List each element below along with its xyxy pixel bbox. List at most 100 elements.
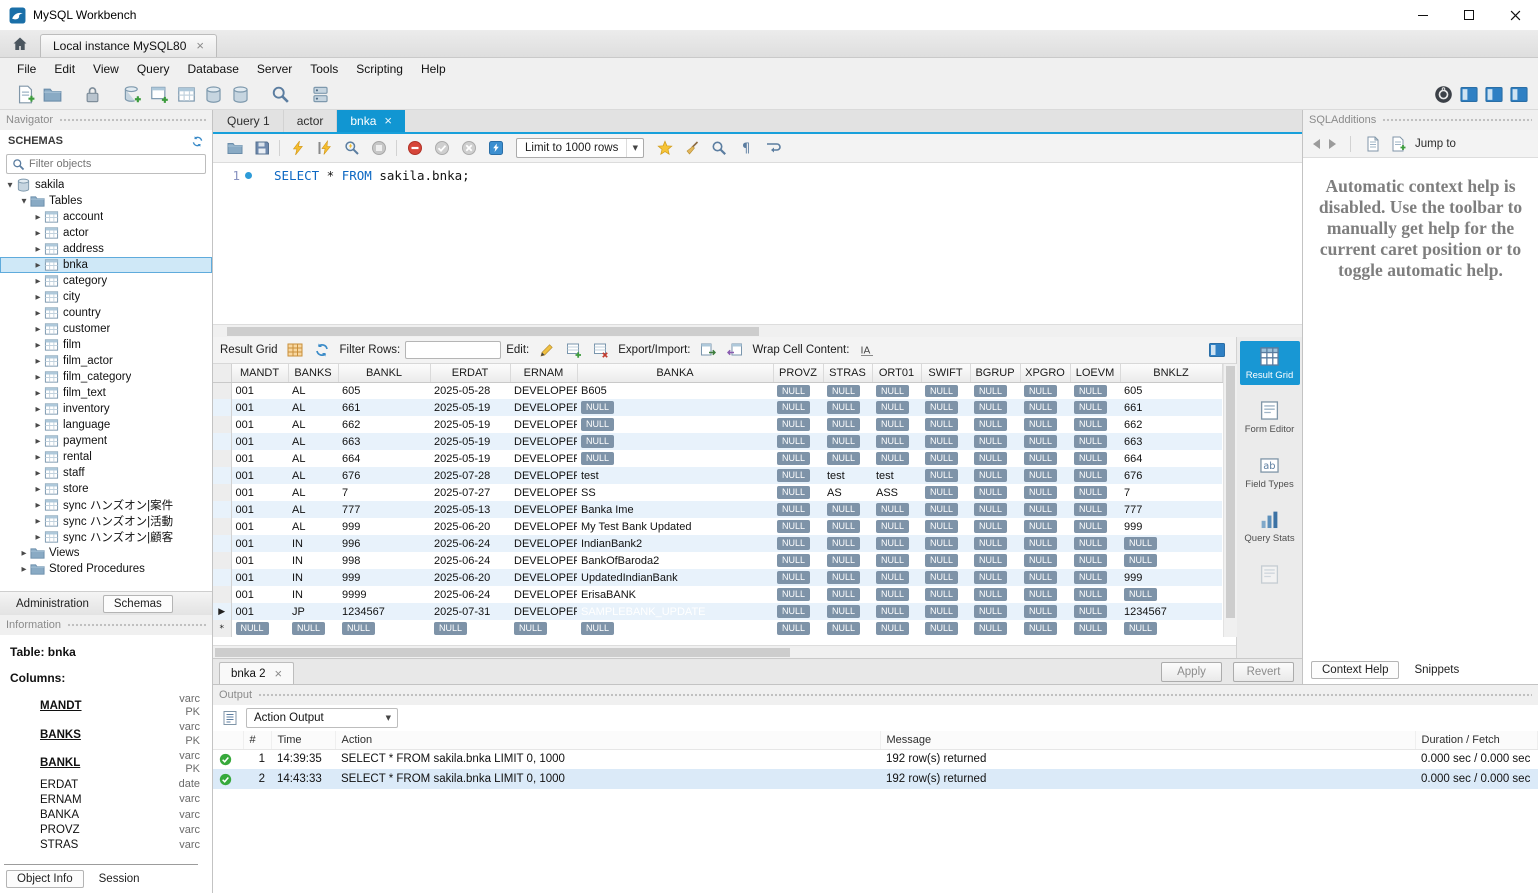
side-panel-field-types-button[interactable]: Field Types: [1240, 450, 1300, 494]
expand-icon[interactable]: ▶: [32, 501, 44, 509]
expand-icon[interactable]: ▶: [32, 277, 44, 285]
grid-cell[interactable]: NULL: [823, 552, 872, 569]
tree-item-film-actor[interactable]: ▶film_actor: [0, 353, 212, 369]
grid-cell[interactable]: NULL: [1070, 399, 1120, 416]
grid-cell[interactable]: 1234567: [338, 603, 430, 620]
expand-icon[interactable]: ▶: [32, 261, 44, 269]
grid-column-swift[interactable]: SWIFT: [921, 364, 970, 382]
grid-cell[interactable]: My Test Bank Updated: [577, 518, 773, 535]
grid-cell[interactable]: NULL: [823, 518, 872, 535]
grid-cell[interactable]: DEVELOPER: [510, 518, 577, 535]
grid-cell[interactable]: NULL: [773, 535, 823, 552]
expand-icon[interactable]: ▶: [32, 309, 44, 317]
grid-column-bnklz[interactable]: BNKLZ: [1120, 364, 1222, 382]
grid-cell[interactable]: NULL: [773, 382, 823, 399]
grid-cell[interactable]: 662: [338, 416, 430, 433]
close-tab-icon[interactable]: ×: [384, 116, 392, 126]
grid-cell[interactable]: IN: [288, 586, 338, 603]
grid-cell[interactable]: 001: [231, 603, 288, 620]
grid-cell[interactable]: NULL: [872, 586, 921, 603]
info-tab-session[interactable]: Session: [88, 870, 151, 888]
grid-row[interactable]: *NULLNULLNULLNULLNULLNULLNULLNULLNULLNUL…: [213, 620, 1222, 637]
tree-item-language[interactable]: ▶language: [0, 417, 212, 433]
grid-cell[interactable]: 2025-05-28: [430, 382, 510, 399]
grid-cell[interactable]: NULL: [773, 399, 823, 416]
grid-cell[interactable]: 001: [231, 586, 288, 603]
delete-record-button[interactable]: [588, 339, 613, 362]
grid-cell[interactable]: NULL: [970, 382, 1020, 399]
grid-cell[interactable]: NULL: [1070, 382, 1120, 399]
grid-row[interactable]: 001AL6612025-05-19DEVELOPERNULLNULLNULLN…: [213, 399, 1222, 416]
grid-cell[interactable]: DEVELOPER: [510, 501, 577, 518]
expand-icon[interactable]: ▶: [32, 453, 44, 461]
grid-row[interactable]: 001AL6642025-05-19DEVELOPERNULLNULLNULLN…: [213, 450, 1222, 467]
grid-cell[interactable]: ErisaBANK: [577, 586, 773, 603]
expand-icon[interactable]: ▶: [18, 549, 30, 557]
grid-cell[interactable]: NULL: [872, 433, 921, 450]
grid-cell[interactable]: NULL: [872, 399, 921, 416]
connection-tab-close-icon[interactable]: ×: [196, 41, 204, 51]
grid-cell[interactable]: NULL: [338, 620, 430, 637]
minimize-button[interactable]: [1400, 0, 1446, 30]
grid-cell[interactable]: NULL: [921, 586, 970, 603]
menu-scripting[interactable]: Scripting: [347, 59, 412, 79]
output-view-dropdown[interactable]: Action Output ▼: [246, 708, 398, 728]
tree-item-city[interactable]: ▶city: [0, 289, 212, 305]
grid-cell[interactable]: NULL: [1070, 416, 1120, 433]
rg-grid-button[interactable]: [283, 339, 308, 362]
scrollbar-thumb[interactable]: [227, 327, 759, 336]
expand-icon[interactable]: ▶: [32, 373, 44, 381]
grid-cell[interactable]: NULL: [970, 399, 1020, 416]
grid-cell[interactable]: NULL: [1020, 569, 1070, 586]
editor-tab-actor[interactable]: actor: [284, 110, 338, 132]
grid-cell[interactable]: 001: [231, 535, 288, 552]
import-records-button[interactable]: [722, 339, 747, 362]
grid-cell[interactable]: 777: [338, 501, 430, 518]
help-forward-icon[interactable]: [1329, 139, 1336, 149]
tree-item-rental[interactable]: ▶rental: [0, 449, 212, 465]
editor-tab-query-1[interactable]: Query 1: [214, 110, 284, 132]
grid-cell[interactable]: 2025-07-27: [430, 484, 510, 501]
grid-cell[interactable]: AL: [288, 416, 338, 433]
grid-cell[interactable]: NULL: [1020, 620, 1070, 637]
grid-cell[interactable]: 2025-06-20: [430, 569, 510, 586]
tree-item-film-category[interactable]: ▶film_category: [0, 369, 212, 385]
grid-cell[interactable]: NULL: [872, 620, 921, 637]
grid-cell[interactable]: test: [872, 467, 921, 484]
output-row[interactable]: 214:43:33SELECT * FROM sakila.bnka LIMIT…: [213, 769, 1538, 789]
tree-item-actor[interactable]: ▶actor: [0, 225, 212, 241]
create-view-button[interactable]: [173, 82, 200, 107]
tree-item-inventory[interactable]: ▶inventory: [0, 401, 212, 417]
grid-cell[interactable]: NULL: [872, 501, 921, 518]
grid-cell[interactable]: NULL: [1020, 399, 1070, 416]
grid-cell[interactable]: NULL: [823, 620, 872, 637]
grid-cell[interactable]: NULL: [231, 620, 288, 637]
expand-icon[interactable]: ▶: [32, 245, 44, 253]
grid-cell[interactable]: NULL: [1020, 552, 1070, 569]
grid-cell[interactable]: 001: [231, 569, 288, 586]
grid-cell[interactable]: NULL: [970, 416, 1020, 433]
grid-cell[interactable]: NULL: [773, 569, 823, 586]
tree-item-sync[interactable]: ▶sync ハンズオン|活動: [0, 513, 212, 529]
expand-icon[interactable]: ▶: [32, 469, 44, 477]
grid-cell[interactable]: 2025-06-24: [430, 586, 510, 603]
grid-cell[interactable]: test: [823, 467, 872, 484]
grid-cell[interactable]: NULL: [970, 535, 1020, 552]
grid-cell[interactable]: NULL: [1120, 552, 1222, 569]
toggle-right-sidebar-icon[interactable]: [1510, 87, 1528, 102]
invisible-chars-button[interactable]: [733, 137, 758, 160]
grid-cell[interactable]: NULL: [1070, 484, 1120, 501]
grid-cell[interactable]: NULL: [970, 484, 1020, 501]
expand-icon[interactable]: ▶: [32, 293, 44, 301]
sidebar-tab-schemas[interactable]: Schemas: [103, 595, 173, 613]
grid-cell[interactable]: NULL: [823, 399, 872, 416]
grid-cell[interactable]: NULL: [872, 518, 921, 535]
grid-column-xpgro[interactable]: XPGRO: [1020, 364, 1070, 382]
grid-cell[interactable]: NULL: [1070, 535, 1120, 552]
grid-cell[interactable]: 9999: [338, 586, 430, 603]
grid-column-bankl[interactable]: BANKL: [338, 364, 430, 382]
grid-cell[interactable]: NULL: [1070, 450, 1120, 467]
explain-button[interactable]: [339, 137, 364, 160]
menu-server[interactable]: Server: [248, 59, 301, 79]
filter-objects-box[interactable]: [6, 154, 206, 174]
